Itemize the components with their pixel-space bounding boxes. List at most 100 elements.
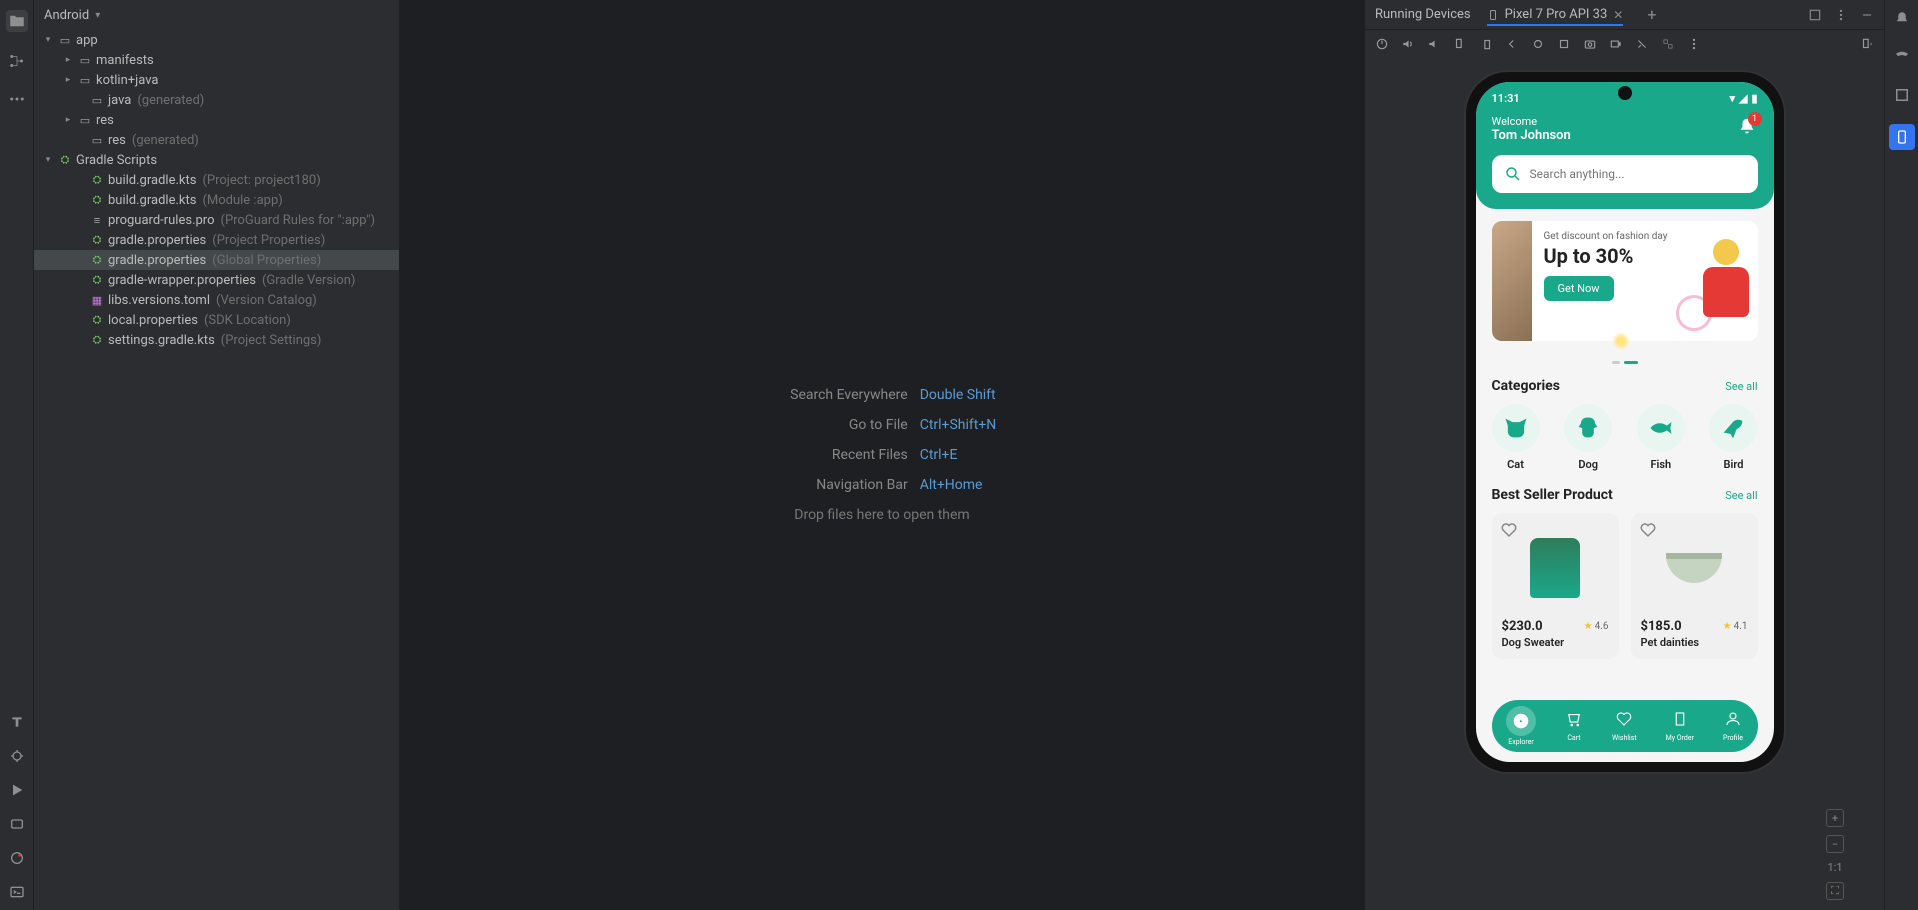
minimize-icon[interactable] [1860,8,1874,22]
tree-libs-versions[interactable]: ▦libs.versions.toml(Version Catalog) [34,290,399,310]
device-frame: 11:31 ▾ ◢ ▮ Welcome Tom Johnson [1466,72,1784,772]
receipt-icon [1671,710,1689,728]
nav-explorer[interactable]: Explorer [1506,706,1536,746]
chevron-down-icon: ▾ [95,10,100,21]
zoom-ratio: 1:1 [1827,861,1842,874]
tree-build-gradle-app[interactable]: ⛭build.gradle.kts(Module :app) [34,190,399,210]
layout-tool-icon[interactable] [1893,86,1911,104]
back-icon[interactable] [1505,37,1519,51]
tree-app[interactable]: ▾▭app [34,30,399,50]
tree-kotlinjava[interactable]: ▸▭kotlin+java [34,70,399,90]
devices-icon [1894,129,1910,145]
search-box[interactable] [1492,155,1758,193]
tree-gradle-wrapper[interactable]: ⛭gradle-wrapper.properties(Gradle Versio… [34,270,399,290]
camera-notch [1618,86,1632,100]
app-body[interactable]: Get discount on fashion day Up to 30% Ge… [1476,209,1774,689]
product-price: $230.0 [1502,619,1543,634]
close-icon[interactable]: ✕ [1613,8,1623,22]
zoom-fit-button[interactable]: ⛶ [1826,882,1844,900]
bird-icon [1719,414,1747,442]
bottom-nav: Explorer Cart Wishlist My Order Profile [1492,700,1758,752]
gradle-tool-icon[interactable] [1893,48,1911,66]
volume-up-icon[interactable] [1401,37,1415,51]
settings-icon[interactable] [1635,37,1649,51]
volume-down-icon[interactable] [1427,37,1441,51]
record-icon[interactable] [1609,37,1623,51]
logcat-icon[interactable] [9,816,25,832]
add-device-button[interactable]: + [1647,5,1656,24]
home-icon[interactable] [1531,37,1545,51]
tree-gradle-props-proj[interactable]: ⛭gradle.properties(Project Properties) [34,230,399,250]
nav-order[interactable]: My Order [1666,710,1694,742]
panel-title: Android [44,8,89,23]
editor-empty-state: Search EverywhereDouble Shift Go to File… [400,0,1364,910]
more-vert-icon[interactable] [1687,37,1701,51]
hint-gotofile-label: Go to File [768,417,908,433]
running-devices-tool-button[interactable] [1889,124,1915,150]
category-bird[interactable]: Bird [1709,404,1757,471]
product-card[interactable]: $230.0★4.6 Dog Sweater [1492,513,1619,659]
search-input[interactable] [1530,167,1746,181]
product-name: Pet dainties [1641,636,1748,649]
heart-icon[interactable] [1500,521,1518,539]
more-icon[interactable] [1834,8,1848,22]
more-tools-icon[interactable] [8,90,26,108]
tree-res-gen[interactable]: ▭res(generated) [34,130,399,150]
category-cat[interactable]: Cat [1492,404,1540,471]
zoom-in-button[interactable]: + [1826,809,1844,827]
tree-proguard[interactable]: ≡proguard-rules.pro(ProGuard Rules for "… [34,210,399,230]
zoom-out-button[interactable]: − [1826,835,1844,853]
link-icon[interactable] [1661,37,1675,51]
tree-build-gradle-proj[interactable]: ⛭build.gradle.kts(Project: project180) [34,170,399,190]
notifications-tool-icon[interactable] [1893,10,1911,28]
app-header: 11:31 ▾ ◢ ▮ Welcome Tom Johnson [1476,82,1774,209]
tree-local-props[interactable]: ⛭local.properties(SDK Location) [34,310,399,330]
compass-icon [1512,712,1530,730]
nav-profile[interactable]: Profile [1723,710,1743,742]
category-dog[interactable]: Dog [1564,404,1612,471]
structure-icon[interactable] [8,52,26,70]
device-screen[interactable]: 11:31 ▾ ◢ ▮ Welcome Tom Johnson [1476,82,1774,762]
project-tool-button[interactable] [6,10,28,32]
battery-icon: ▮ [1751,92,1757,105]
running-devices-panel: Running Devices Pixel 7 Pro API 33 ✕ + [1364,0,1884,910]
get-now-button[interactable]: Get Now [1544,276,1614,301]
hint-gotofile-shortcut: Ctrl+Shift+N [920,417,997,433]
tree-settings-gradle[interactable]: ⛭settings.gradle.kts(Project Settings) [34,330,399,350]
screenshot-icon[interactable] [1583,37,1597,51]
rotate-left-icon[interactable] [1453,37,1467,51]
overview-icon[interactable] [1557,37,1571,51]
tree-res[interactable]: ▸▭res [34,110,399,130]
device-sync-icon[interactable] [1860,37,1874,51]
heart-icon[interactable] [1639,521,1657,539]
categories-see-all[interactable]: See all [1725,380,1757,393]
category-fish[interactable]: Fish [1637,404,1685,471]
rotate-right-icon[interactable] [1479,37,1493,51]
nav-wishlist[interactable]: Wishlist [1612,710,1637,742]
running-devices-label: Running Devices [1375,7,1471,22]
promo-banner[interactable]: Get discount on fashion day Up to 30% Ge… [1492,221,1758,341]
tree-gradle-scripts[interactable]: ▾⛭Gradle Scripts [34,150,399,170]
nav-cart[interactable]: Cart [1565,710,1583,742]
project-panel-header[interactable]: Android ▾ [34,0,399,30]
device-tab[interactable]: Pixel 7 Pro API 33 ✕ [1487,7,1624,26]
tree-gradle-props-glob[interactable]: ⛭gradle.properties(Global Properties) [34,250,399,270]
power-icon[interactable] [1375,37,1389,51]
notifications-button[interactable]: 1 [1736,116,1758,142]
product-card[interactable]: $185.0★4.1 Pet dainties [1631,513,1758,659]
product-rating: 4.1 [1734,621,1748,632]
tree-java-gen[interactable]: ▭java(generated) [34,90,399,110]
star-icon: ★ [1584,621,1593,632]
profiler-icon[interactable] [9,850,25,866]
welcome-label: Welcome [1492,115,1571,128]
window-icon[interactable] [1808,8,1822,22]
tree-manifests[interactable]: ▸▭manifests [34,50,399,70]
star-icon: ★ [1723,621,1732,632]
bestseller-see-all[interactable]: See all [1725,489,1757,502]
drop-hint: Drop files here to open them [768,507,997,523]
debug-icon[interactable] [9,748,25,764]
terminal-icon[interactable] [9,884,25,900]
text-tool-icon[interactable] [9,714,25,730]
carousel-dots[interactable] [1492,349,1758,368]
run-icon[interactable] [9,782,25,798]
